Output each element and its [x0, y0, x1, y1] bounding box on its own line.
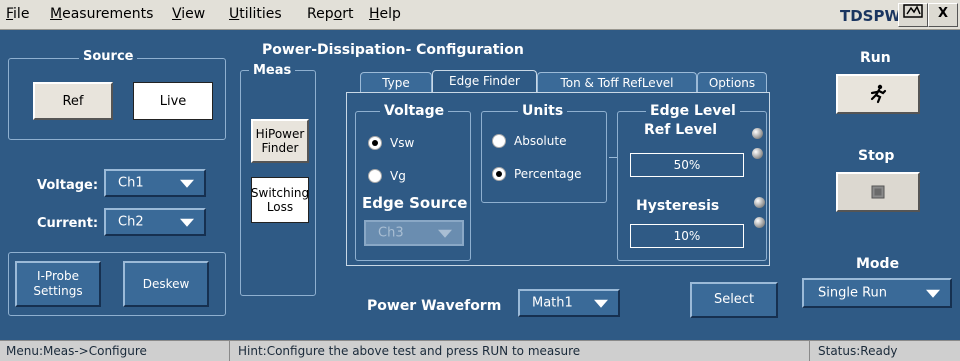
- run-title: Run: [860, 50, 891, 66]
- menu-report[interactable]: Report: [307, 6, 353, 22]
- voltage-channel-value: Ch1: [118, 175, 144, 191]
- tab-edge-finder[interactable]: Edge Finder: [432, 70, 537, 94]
- tab-type[interactable]: Type: [360, 72, 432, 94]
- ref-level-knob-lower-icon[interactable]: [752, 148, 763, 159]
- probe-group: I-Probe Settings Deskew: [8, 252, 226, 316]
- current-label: Current:: [37, 216, 99, 231]
- right-panel: Run Stop Mode Single Run: [790, 30, 960, 340]
- current-channel-dropdown[interactable]: Ch2: [104, 208, 206, 236]
- radio-vg-label: Vg: [390, 169, 406, 183]
- minimize-button[interactable]: [898, 3, 928, 27]
- voltage-channel-dropdown[interactable]: Ch1: [104, 169, 206, 197]
- config-title: Power-Dissipation- Configuration: [262, 42, 524, 58]
- tab-ton-toff-reflevel[interactable]: Ton & Toff RefLevel: [537, 72, 697, 94]
- hipower-line2: Finder: [261, 141, 299, 155]
- units-group-title: Units: [518, 103, 568, 119]
- radio-vg[interactable]: [368, 169, 382, 183]
- window-icon: [903, 4, 923, 18]
- edge-source-label: Edge Source: [362, 194, 468, 212]
- mode-title: Mode: [856, 256, 900, 272]
- run-button[interactable]: [836, 74, 920, 114]
- hysteresis-label: Hysteresis: [636, 198, 720, 214]
- menu-bar: File Measurements View Utilities Report …: [0, 0, 960, 30]
- voltage-group: Voltage Vsw Vg Edge Source Ch3: [355, 103, 471, 261]
- edge-level-group: Edge Level Ref Level 50% Hysteresis 10%: [617, 103, 767, 261]
- voltage-group-title: Voltage: [380, 103, 449, 119]
- menu-help[interactable]: Help: [369, 6, 401, 22]
- power-waveform-label: Power Waveform: [367, 298, 502, 314]
- ref-level-knob-upper-icon[interactable]: [752, 128, 763, 139]
- meas-title: Meas: [249, 63, 296, 78]
- close-button[interactable]: X: [928, 3, 958, 27]
- radio-percentage[interactable]: [492, 167, 506, 181]
- edge-finder-tab-content: Voltage Vsw Vg Edge Source Ch3 Units Abs…: [346, 92, 770, 266]
- chevron-down-icon: [180, 179, 194, 188]
- power-waveform-value: Math1: [532, 295, 573, 311]
- edge-level-title: Edge Level: [646, 103, 740, 119]
- ref-level-label: Ref Level: [644, 122, 718, 138]
- iprobe-line1: I-Probe: [37, 269, 79, 283]
- select-button[interactable]: Select: [690, 282, 778, 318]
- status-menu-path: Menu:Meas->Configure: [0, 341, 230, 361]
- running-man-icon: [870, 84, 887, 104]
- stop-button[interactable]: [836, 172, 920, 212]
- tab-options[interactable]: Options: [697, 72, 767, 94]
- stop-title: Stop: [858, 148, 895, 164]
- live-button[interactable]: Live: [133, 82, 213, 120]
- deskew-button[interactable]: Deskew: [123, 261, 209, 307]
- menu-file[interactable]: File: [6, 6, 29, 22]
- iprobe-line2: Settings: [33, 284, 83, 298]
- menu-utilities[interactable]: Utilities: [229, 6, 282, 22]
- chevron-down-icon: [594, 299, 608, 308]
- hipower-line1: HiPower: [255, 127, 305, 141]
- switching-loss-button[interactable]: Switching Loss: [251, 177, 309, 223]
- hysteresis-knob-upper-icon[interactable]: [754, 197, 765, 208]
- radio-vsw[interactable]: [368, 136, 382, 150]
- hysteresis-knob-lower-icon[interactable]: [754, 217, 765, 228]
- edge-source-dropdown[interactable]: Ch3: [364, 220, 464, 246]
- chevron-down-icon: [180, 218, 194, 227]
- source-group: Source Ref Live: [8, 49, 226, 140]
- chevron-down-icon: [438, 229, 452, 238]
- iprobe-settings-button[interactable]: I-Probe Settings: [15, 261, 101, 307]
- radio-vsw-label: Vsw: [390, 136, 415, 150]
- source-title: Source: [79, 49, 138, 64]
- radio-absolute-label: Absolute: [514, 134, 567, 148]
- hysteresis-value[interactable]: 10%: [630, 224, 744, 248]
- radio-absolute[interactable]: [492, 134, 506, 148]
- status-bar: Menu:Meas->Configure Hint:Configure the …: [0, 340, 960, 361]
- status-state: Status:Ready: [818, 344, 898, 358]
- units-group: Units Absolute Percentage: [481, 103, 607, 203]
- radio-percentage-label: Percentage: [514, 167, 582, 181]
- chevron-down-icon: [926, 289, 940, 298]
- power-waveform-dropdown[interactable]: Math1: [518, 289, 620, 317]
- edge-source-value: Ch3: [378, 225, 404, 241]
- voltage-label: Voltage:: [37, 178, 99, 193]
- hipower-finder-button[interactable]: HiPower Finder: [251, 119, 309, 163]
- switching-line2: Loss: [266, 200, 294, 214]
- connector-line: [609, 157, 617, 158]
- mode-value: Single Run: [818, 285, 888, 301]
- switching-line1: Switching: [250, 186, 310, 200]
- meas-group: Meas HiPower Finder Switching Loss: [240, 63, 316, 296]
- status-hint: Hint:Configure the above test and press …: [232, 341, 810, 361]
- menu-measurements[interactable]: Measurements: [50, 6, 153, 22]
- ref-level-value[interactable]: 50%: [630, 153, 744, 177]
- current-channel-value: Ch2: [118, 214, 144, 230]
- left-panel: Source Ref Live Voltage: Ch1 Current: Ch…: [0, 30, 234, 340]
- ref-button[interactable]: Ref: [33, 82, 113, 120]
- mode-dropdown[interactable]: Single Run: [802, 278, 952, 308]
- menu-view[interactable]: View: [172, 6, 205, 22]
- stop-square-icon: [871, 185, 885, 199]
